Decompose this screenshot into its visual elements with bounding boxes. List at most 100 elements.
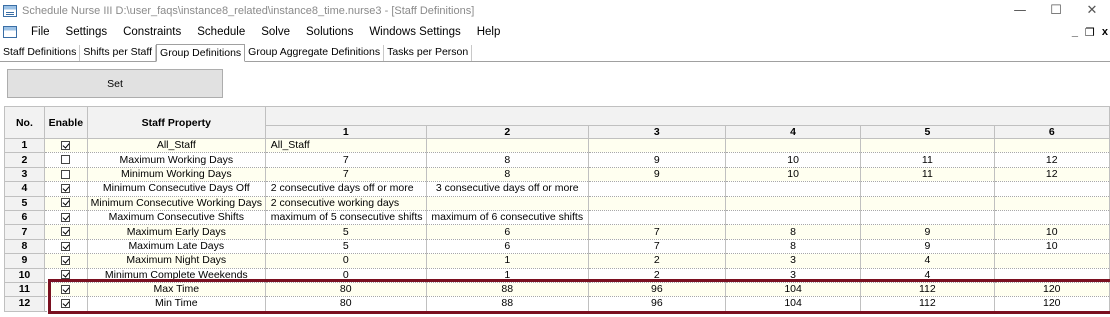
value-cell[interactable]: 7 (265, 167, 427, 183)
row-number[interactable]: 4 (4, 181, 45, 197)
value-cell[interactable]: 2 (588, 268, 726, 283)
menu-solve[interactable]: Solve (253, 22, 298, 42)
column-header-6[interactable]: 6 (993, 125, 1110, 139)
value-cell[interactable]: 11 (860, 152, 995, 168)
value-cell[interactable]: 2 (588, 253, 726, 269)
table-row[interactable]: 5 Minimum Consecutive Working Days 2 conse… (4, 195, 1110, 211)
row-number[interactable]: 11 (4, 281, 45, 298)
value-cell[interactable] (426, 138, 589, 154)
row-number[interactable]: 8 (4, 238, 45, 255)
table-row[interactable]: 2 Maximum Working Days 7 8 9 10 11 12 (4, 152, 1110, 168)
value-cell[interactable]: 88 (426, 282, 589, 298)
value-cell[interactable]: 5 (265, 224, 427, 240)
table-row[interactable]: 7 Maximum Early Days 5 6 7 8 9 10 (4, 224, 1110, 240)
value-cell[interactable]: 11 (860, 167, 995, 183)
enable-checkbox[interactable] (61, 299, 71, 309)
value-cell[interactable]: 3 consecutive days off or more (426, 181, 589, 197)
column-header-5[interactable]: 5 (860, 125, 995, 139)
mdi-restore-button[interactable]: ❐ (1085, 26, 1095, 39)
value-cell[interactable]: 7 (265, 152, 427, 168)
column-header-3[interactable]: 3 (587, 125, 726, 139)
value-cell[interactable]: 9 (588, 167, 726, 183)
value-cell[interactable]: 7 (588, 239, 726, 255)
value-cell[interactable]: 8 (426, 152, 589, 168)
value-cell[interactable]: 10 (725, 152, 862, 168)
row-number[interactable]: 2 (4, 152, 45, 168)
enable-checkbox[interactable] (61, 155, 71, 165)
value-cell[interactable]: maximum of 6 consecutive shifts (426, 210, 589, 226)
value-cell[interactable]: 9 (588, 152, 726, 168)
staff-property-cell[interactable]: Maximum Early Days (87, 224, 266, 240)
menu-solutions[interactable]: Solutions (298, 22, 361, 42)
value-cell[interactable]: 10 (994, 239, 1110, 255)
close-button[interactable]: ✕ (1074, 0, 1110, 21)
value-cell[interactable]: 8 (725, 239, 862, 255)
set-button[interactable]: Set (7, 69, 223, 98)
value-cell[interactable]: 120 (994, 296, 1110, 312)
row-number[interactable]: 5 (4, 195, 45, 211)
value-cell[interactable] (725, 181, 862, 197)
table-row[interactable]: 8 Maximum Late Days 5 6 7 8 9 10 (4, 238, 1110, 255)
column-header-1[interactable]: 1 (264, 125, 427, 139)
enable-checkbox[interactable] (61, 184, 71, 194)
staff-property-cell[interactable]: Minimum Consecutive Days Off (87, 181, 266, 197)
value-cell[interactable]: 7 (588, 224, 726, 240)
row-number[interactable]: 6 (4, 209, 45, 226)
table-row[interactable]: 1 All_Staff All_Staff (4, 137, 1110, 154)
document-icon[interactable] (3, 26, 17, 38)
value-cell[interactable]: 0 (265, 268, 427, 283)
enable-checkbox[interactable] (61, 212, 71, 222)
value-cell[interactable]: 10 (994, 224, 1110, 240)
enable-checkbox[interactable] (61, 227, 71, 237)
row-number[interactable]: 9 (4, 253, 45, 269)
row-number[interactable]: 12 (4, 296, 45, 312)
table-row[interactable]: 3 Minimum Working Days 7 8 9 10 11 12 (4, 166, 1110, 183)
staff-property-cell[interactable]: Min Time (87, 296, 266, 312)
table-row[interactable]: 4 Minimum Consecutive Days Off 2 consecuti… (4, 181, 1110, 197)
value-cell[interactable]: 12 (994, 152, 1110, 168)
table-row[interactable]: 10 Minimum Complete Weekends 0 1 2 3 4 (4, 267, 1110, 283)
tab-group-aggregate-definitions[interactable]: Group Aggregate Definitions (245, 45, 385, 61)
value-cell[interactable] (994, 268, 1110, 283)
value-cell[interactable]: 88 (426, 296, 589, 312)
menu-file[interactable]: File (23, 22, 58, 42)
staff-property-cell[interactable]: Maximum Working Days (87, 152, 266, 168)
staff-property-cell[interactable]: Max Time (87, 282, 266, 298)
value-cell[interactable] (994, 138, 1110, 154)
enable-checkbox[interactable] (61, 256, 71, 266)
column-header-4[interactable]: 4 (724, 125, 862, 139)
value-cell[interactable]: 8 (725, 224, 862, 240)
tab-group-definitions[interactable]: Group Definitions (156, 44, 246, 62)
value-cell[interactable]: 12 (994, 167, 1110, 183)
value-cell[interactable]: 1 (426, 268, 589, 283)
staff-property-cell[interactable]: Maximum Late Days (87, 239, 266, 255)
value-cell[interactable] (588, 138, 726, 154)
value-cell[interactable] (725, 138, 862, 154)
menu-schedule[interactable]: Schedule (189, 22, 253, 42)
value-cell[interactable] (994, 181, 1110, 197)
value-cell[interactable]: 120 (994, 282, 1110, 298)
value-cell[interactable]: 6 (426, 224, 589, 240)
value-cell[interactable] (588, 196, 726, 211)
staff-property-cell[interactable]: Maximum Night Days (87, 253, 266, 269)
menu-settings[interactable]: Settings (58, 22, 116, 42)
value-cell[interactable]: 6 (426, 239, 589, 255)
value-cell[interactable]: 104 (725, 296, 862, 312)
row-number[interactable]: 1 (4, 137, 45, 154)
value-cell[interactable] (588, 210, 726, 226)
enable-checkbox[interactable] (61, 270, 71, 280)
value-cell[interactable]: 5 (265, 239, 427, 255)
value-cell[interactable]: 3 (725, 268, 862, 283)
column-header-2[interactable]: 2 (425, 125, 589, 139)
value-cell[interactable] (860, 138, 995, 154)
tab-staff-definitions[interactable]: Staff Definitions (0, 45, 81, 61)
menu-constraints[interactable]: Constraints (115, 22, 189, 42)
value-cell[interactable] (426, 196, 589, 211)
value-cell[interactable]: 8 (426, 167, 589, 183)
value-cell[interactable]: 3 (725, 253, 862, 269)
staff-property-cell[interactable]: Minimum Complete Weekends (87, 268, 266, 283)
value-cell[interactable]: 4 (860, 253, 995, 269)
enable-checkbox[interactable] (61, 284, 71, 294)
mdi-minimize-button[interactable]: _ (1072, 26, 1078, 38)
tab-shifts-per-staff[interactable]: Shifts per Staff (80, 45, 157, 61)
